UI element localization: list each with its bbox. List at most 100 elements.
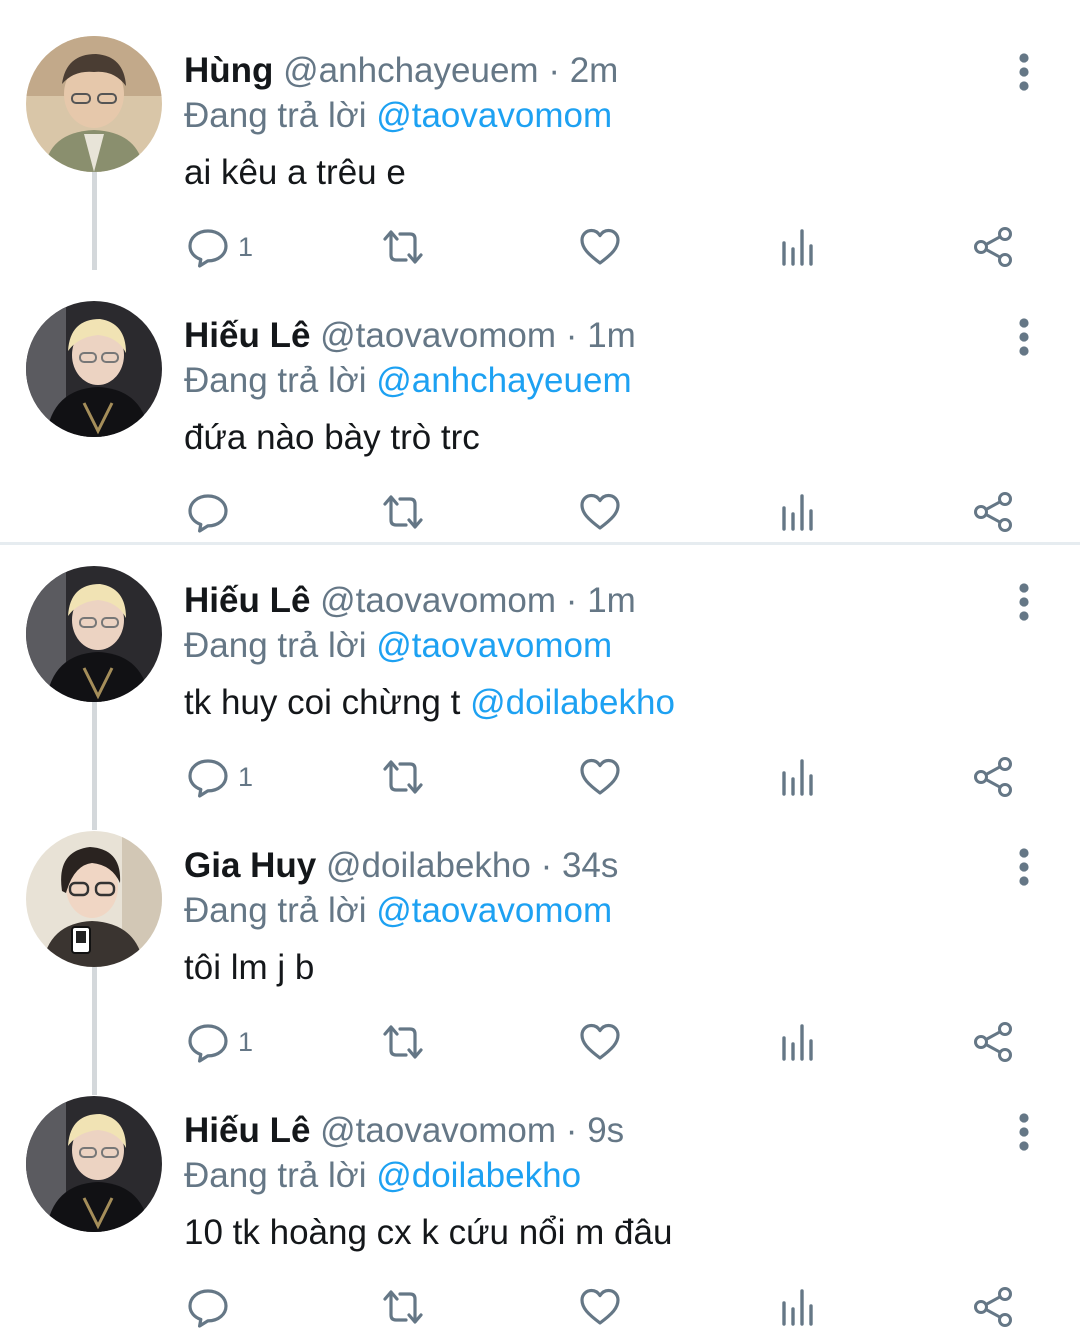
more-options-button[interactable]: [1004, 50, 1044, 94]
tweet-actions: 1: [0, 222, 1080, 272]
timestamp[interactable]: 2m: [570, 51, 619, 90]
reply-context: Đang trả lời @taovavomom: [184, 888, 612, 934]
timestamp[interactable]: 9s: [587, 1111, 624, 1150]
reply-context: Đang trả lời @anhchayeuem: [184, 358, 632, 404]
reply-context: Đang trả lời @doilabekho: [184, 1153, 581, 1199]
avatar[interactable]: [26, 36, 162, 172]
retweet-button[interactable]: [379, 1017, 427, 1067]
more-options-button[interactable]: [1004, 1110, 1044, 1154]
analytics-button[interactable]: [776, 1282, 820, 1332]
like-button[interactable]: [578, 487, 622, 537]
separator-dot: ·: [565, 316, 578, 355]
more-vertical-icon: [1004, 1110, 1044, 1154]
like-button[interactable]: [578, 1017, 622, 1067]
tweet-text: đứa nào bày trò trc: [184, 415, 480, 461]
tweet[interactable]: Hiếu Lê @taovavomom · 9s Đang trả lời @d…: [0, 1070, 1080, 1335]
reply-button[interactable]: [186, 1282, 238, 1332]
user-handle[interactable]: @doilabekho: [326, 846, 531, 885]
more-vertical-icon: [1004, 580, 1044, 624]
reply-button[interactable]: 1: [186, 222, 253, 272]
tweet-actions: 1: [0, 1017, 1080, 1067]
share-icon: [972, 225, 1016, 269]
avatar[interactable]: [26, 566, 162, 702]
more-vertical-icon: [1004, 315, 1044, 359]
analytics-button[interactable]: [776, 487, 820, 537]
reply-button[interactable]: 1: [186, 1017, 253, 1067]
reply-prefix: Đang trả lời: [184, 361, 367, 400]
reply-mention-link[interactable]: @taovavomom: [376, 96, 612, 135]
tweet-actions: [0, 1282, 1080, 1332]
separator-dot: ·: [548, 51, 560, 90]
reply-prefix: Đang trả lời: [184, 96, 367, 135]
display-name[interactable]: Gia Huy: [184, 846, 316, 885]
reply-button[interactable]: 1: [186, 752, 253, 802]
reply-icon: [186, 490, 230, 534]
reply-mention-link[interactable]: @taovavomom: [376, 626, 612, 665]
reply-context: Đang trả lời @taovavomom: [184, 93, 612, 139]
more-vertical-icon: [1004, 50, 1044, 94]
user-handle[interactable]: @taovavomom: [320, 316, 556, 355]
timestamp[interactable]: 1m: [587, 581, 636, 620]
analytics-button[interactable]: [776, 752, 820, 802]
heart-icon: [578, 490, 622, 534]
display-name[interactable]: Hiếu Lê: [184, 581, 310, 620]
retweet-button[interactable]: [379, 752, 427, 802]
tweet-mention-link[interactable]: @doilabekho: [470, 683, 675, 722]
like-button[interactable]: [578, 222, 622, 272]
retweet-button[interactable]: [379, 222, 427, 272]
tweet[interactable]: Hiếu Lê @taovavomom · 1m Đang trả lời @t…: [0, 540, 1080, 805]
share-button[interactable]: [972, 752, 1016, 802]
timestamp[interactable]: 34s: [562, 846, 618, 885]
separator-dot: ·: [540, 846, 553, 885]
analytics-icon: [776, 1020, 820, 1064]
timestamp[interactable]: 1m: [587, 316, 636, 355]
retweet-icon: [379, 1020, 427, 1064]
share-icon: [972, 490, 1016, 534]
like-button[interactable]: [578, 752, 622, 802]
more-options-button[interactable]: [1004, 315, 1044, 359]
reply-prefix: Đang trả lời: [184, 626, 367, 665]
analytics-button[interactable]: [776, 1017, 820, 1067]
more-options-button[interactable]: [1004, 845, 1044, 889]
user-handle[interactable]: @anhchayeuem: [283, 51, 538, 90]
tweet-header: Hiếu Lê @taovavomom · 1m: [184, 578, 636, 624]
tweet-text-content: tk huy coi chừng t: [184, 683, 471, 722]
retweet-button[interactable]: [379, 487, 427, 537]
reply-mention-link[interactable]: @anhchayeuem: [376, 361, 631, 400]
retweet-button[interactable]: [379, 1282, 427, 1332]
heart-icon: [578, 225, 622, 269]
user-handle[interactable]: @taovavomom: [320, 1111, 556, 1150]
reply-count: 1: [238, 762, 254, 792]
share-button[interactable]: [972, 1017, 1016, 1067]
user-handle[interactable]: @taovavomom: [320, 581, 556, 620]
tweet[interactable]: Hùng @anhchayeuem · 2m Đang trả lời @tao…: [0, 10, 1080, 275]
more-vertical-icon: [1004, 845, 1044, 889]
tweet-text-content: đứa nào bày trò trc: [184, 418, 480, 457]
tweet-text-content: 10 tk hoàng cx k cứu nổi m đâu: [184, 1213, 673, 1252]
tweet-actions: [0, 487, 1080, 537]
tweet[interactable]: Gia Huy @doilabekho · 34s Đang trả lời @…: [0, 805, 1080, 1070]
display-name[interactable]: Hùng: [184, 51, 273, 90]
share-button[interactable]: [972, 222, 1016, 272]
reply-icon: [186, 1020, 230, 1064]
display-name[interactable]: Hiếu Lê: [184, 316, 310, 355]
analytics-button[interactable]: [776, 222, 820, 272]
reply-button[interactable]: [186, 487, 238, 537]
analytics-icon: [776, 755, 820, 799]
tweet-text: 10 tk hoàng cx k cứu nổi m đâu: [184, 1210, 672, 1256]
tweet-text: tôi lm j b: [184, 945, 314, 991]
reply-mention-link[interactable]: @doilabekho: [376, 1156, 581, 1195]
like-button[interactable]: [578, 1282, 622, 1332]
share-button[interactable]: [972, 1282, 1016, 1332]
tweet[interactable]: Hiếu Lê @taovavomom · 1m Đang trả lời @a…: [0, 275, 1080, 540]
share-button[interactable]: [972, 487, 1016, 537]
analytics-icon: [776, 490, 820, 534]
avatar[interactable]: [26, 831, 162, 967]
heart-icon: [578, 755, 622, 799]
avatar[interactable]: [26, 301, 162, 437]
more-options-button[interactable]: [1004, 580, 1044, 624]
reply-mention-link[interactable]: @taovavomom: [376, 891, 612, 930]
avatar[interactable]: [26, 1096, 162, 1232]
reply-count: 1: [238, 232, 254, 262]
display-name[interactable]: Hiếu Lê: [184, 1111, 310, 1150]
